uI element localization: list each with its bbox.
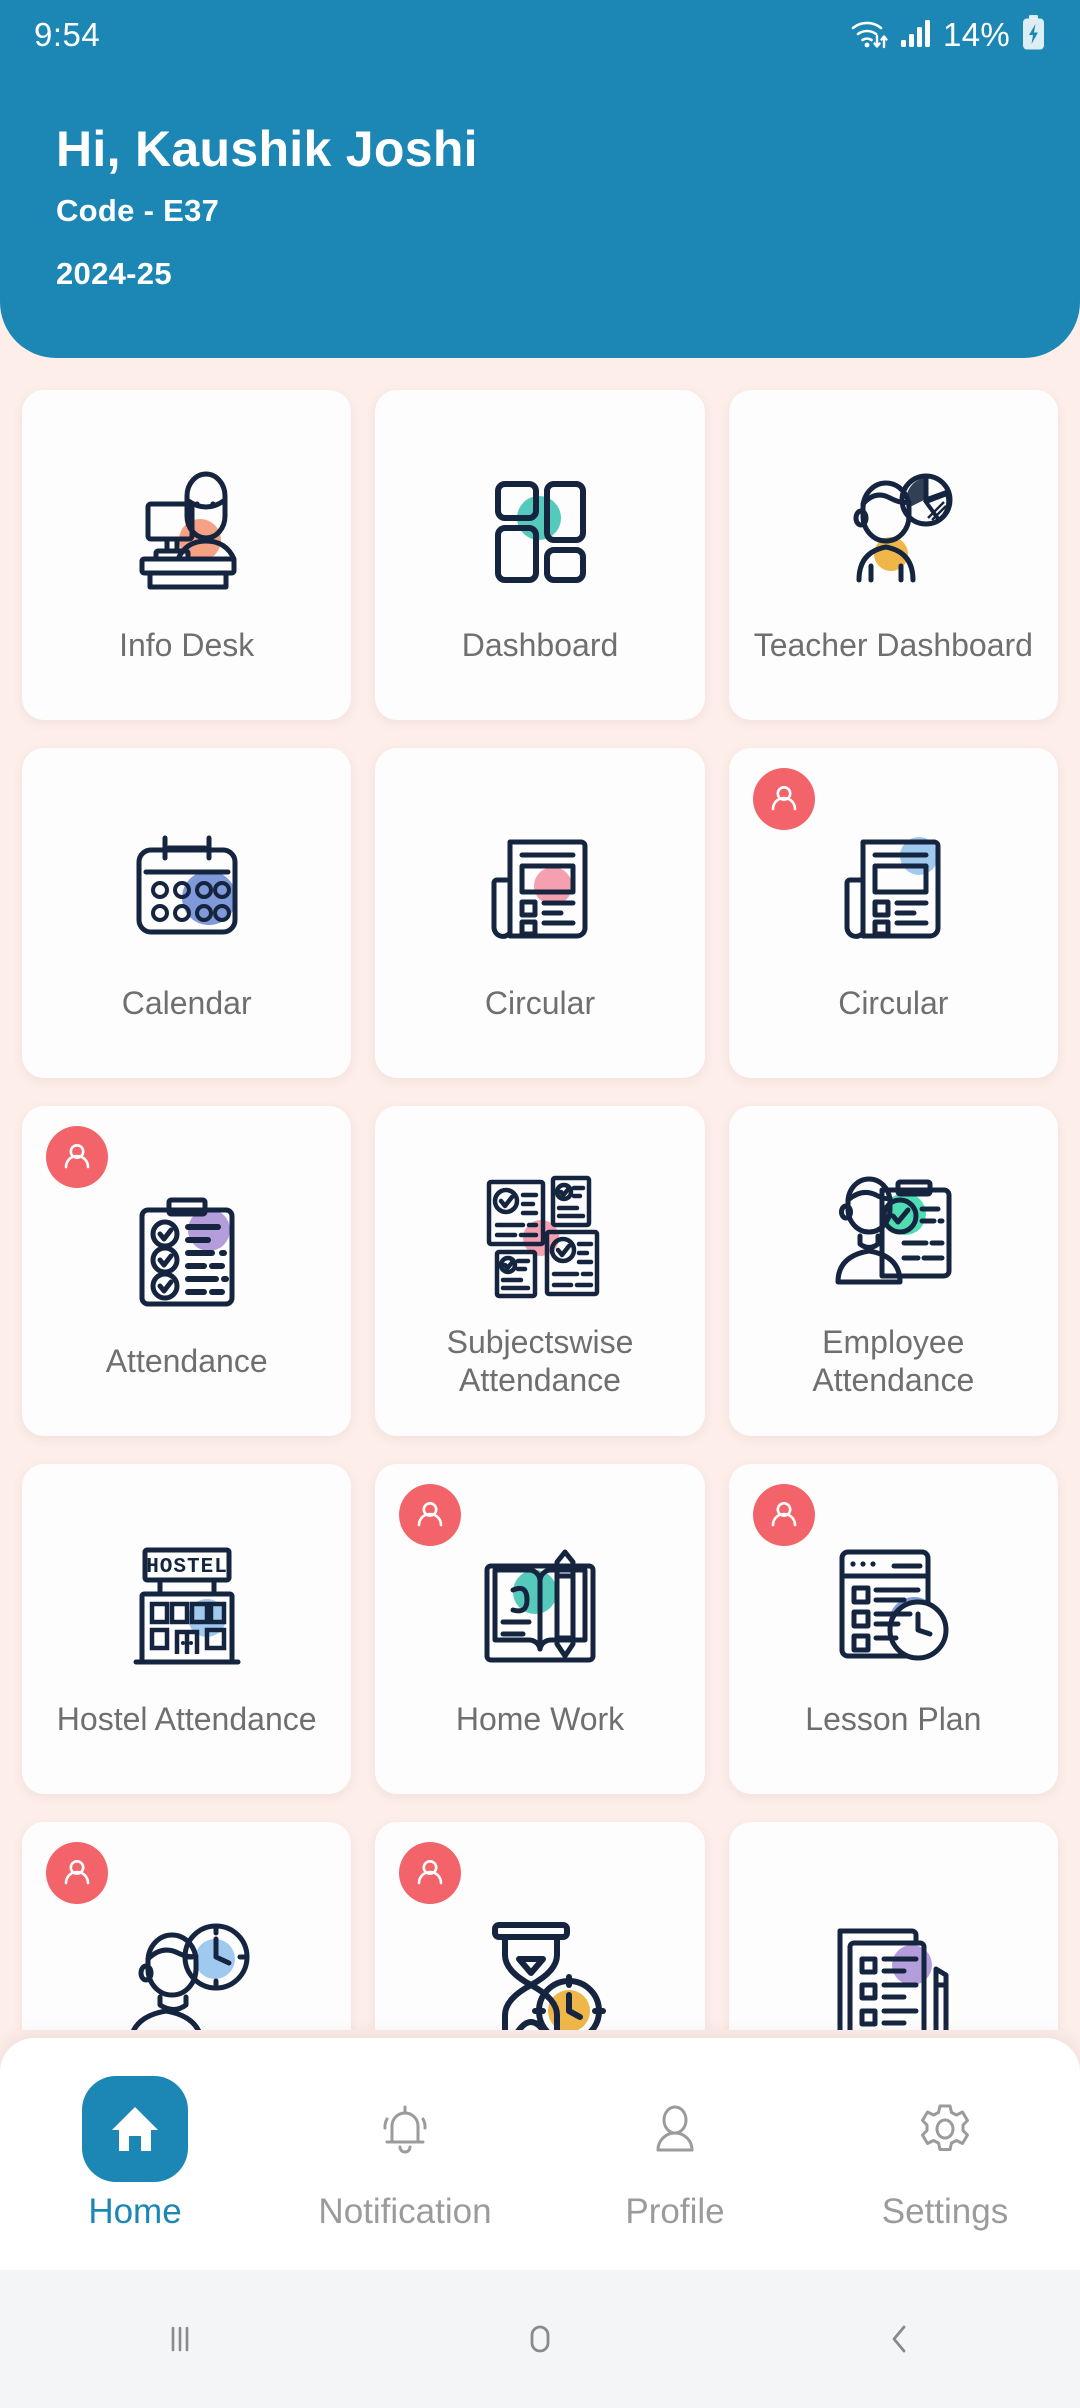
academic-session: 2024-25 [56, 256, 172, 291]
menu-tile-label: Calendar [121, 984, 252, 1021]
menu-tile-label: Attendance [105, 1342, 268, 1379]
status-time: 9:54 [34, 16, 101, 53]
battery-charging-icon [1021, 14, 1046, 56]
menu-tile[interactable]: Dashboard [375, 390, 705, 720]
circular-newspaper-icon [818, 802, 968, 977]
gear-icon[interactable] [892, 2076, 998, 2182]
back-icon[interactable] [720, 2316, 1080, 2362]
greeting-text: Hi, Kaushik Joshi [56, 121, 478, 177]
menu-tile-label: Teacher Dashboard [753, 626, 1033, 663]
menu-tile[interactable] [22, 1822, 352, 2030]
signal-bars-icon [900, 18, 932, 53]
home-icon[interactable] [82, 2076, 188, 2182]
nav-item-home[interactable]: Home [0, 2076, 270, 2232]
app-header: 9:54 14% Hi, Kaushik Joshi Code - E37 20… [0, 0, 1080, 358]
svg-text:HOSTEL: HOSTEL [146, 1556, 228, 1579]
system-navigation-bar [0, 2270, 1080, 2408]
menu-tile[interactable]: Subjectswise Attendance [375, 1106, 705, 1436]
menu-tile[interactable]: Info Desk [22, 390, 352, 720]
menu-tile[interactable] [728, 1822, 1058, 2030]
menu-tile[interactable] [375, 1822, 705, 2030]
nav-label-profile: Profile [625, 2192, 725, 2231]
user-badge-icon [752, 768, 815, 830]
nav-item-profile[interactable]: Profile [540, 2076, 810, 2232]
student-clock-icon [112, 1895, 262, 2030]
checklist-pen-icon [818, 1895, 968, 2030]
dashboard-grid-icon [465, 444, 615, 619]
person-icon[interactable] [622, 2076, 728, 2182]
system-home-icon[interactable] [360, 2316, 720, 2362]
app-root: 9:54 14% Hi, Kaushik Joshi Code - E37 20… [0, 0, 1080, 2408]
menu-tile[interactable]: HOSTEL Hostel Attendance [22, 1464, 352, 1794]
hourglass-clock-icon [465, 1895, 615, 2030]
menu-tile[interactable]: Teacher Dashboard [728, 390, 1058, 720]
menu-tile-label: Info Desk [119, 626, 255, 663]
hostel-building-icon: HOSTEL [112, 1518, 262, 1693]
menu-tile[interactable]: Employee Attendance [728, 1106, 1058, 1436]
menu-tile[interactable]: Home Work [375, 1464, 705, 1794]
bottom-navigation: Home Notification Profile Settings [0, 2038, 1080, 2270]
menu-grid: Info Desk Dashboard Teacher Dashboard Ca… [0, 358, 1080, 2030]
battery-percent: 14% [943, 16, 1010, 53]
user-badge-icon [752, 1484, 815, 1546]
menu-tile[interactable]: Circular [375, 748, 705, 1078]
status-bar: 9:54 14% [0, 0, 1080, 70]
user-badge-icon [46, 1842, 108, 1904]
nav-label-notification: Notification [318, 2192, 492, 2231]
menu-tile-label: Subjectswise Attendance [446, 1324, 634, 1398]
nav-item-notification[interactable]: Notification [270, 2076, 540, 2232]
subjectswise-documents-icon [465, 1141, 615, 1316]
user-badge-icon [399, 1842, 462, 1904]
menu-tile-label: Home Work [455, 1700, 625, 1737]
user-badge-icon [399, 1484, 462, 1546]
user-badge-icon [46, 1126, 108, 1188]
teacher-dashboard-icon [818, 444, 968, 619]
homework-book-pencil-icon [465, 1518, 615, 1693]
menu-tile-label: Lesson Plan [805, 1700, 982, 1737]
menu-tile-label: Hostel Attendance [56, 1700, 317, 1737]
menu-tile[interactable]: Calendar [22, 748, 352, 1078]
menu-tile[interactable]: Lesson Plan [728, 1464, 1058, 1794]
lesson-plan-clock-icon [818, 1518, 968, 1693]
menu-tile[interactable]: Circular [728, 748, 1058, 1078]
employee-code: Code - E37 [56, 193, 220, 228]
bell-icon[interactable] [352, 2076, 458, 2182]
info-desk-icon [112, 444, 262, 619]
circular-newspaper-icon [465, 802, 615, 977]
menu-tile-label: Circular [484, 984, 596, 1021]
nav-label-settings: Settings [881, 2192, 1009, 2231]
menu-tile-label: Employee Attendance [812, 1324, 975, 1398]
tiles-scroll-area[interactable]: Info Desk Dashboard Teacher Dashboard Ca… [0, 358, 1080, 2030]
employee-attendance-icon [818, 1141, 968, 1316]
status-indicators: 14% [849, 14, 1046, 56]
recents-icon[interactable] [0, 2316, 360, 2362]
attendance-clipboard-icon [112, 1160, 262, 1335]
nav-label-home: Home [88, 2192, 182, 2231]
nav-item-settings[interactable]: Settings [810, 2076, 1080, 2232]
calendar-icon [112, 802, 262, 977]
menu-tile-label: Circular [838, 984, 949, 1021]
menu-tile-label: Dashboard [461, 626, 619, 663]
menu-tile[interactable]: Attendance [22, 1106, 352, 1436]
wifi-icon [849, 16, 889, 55]
